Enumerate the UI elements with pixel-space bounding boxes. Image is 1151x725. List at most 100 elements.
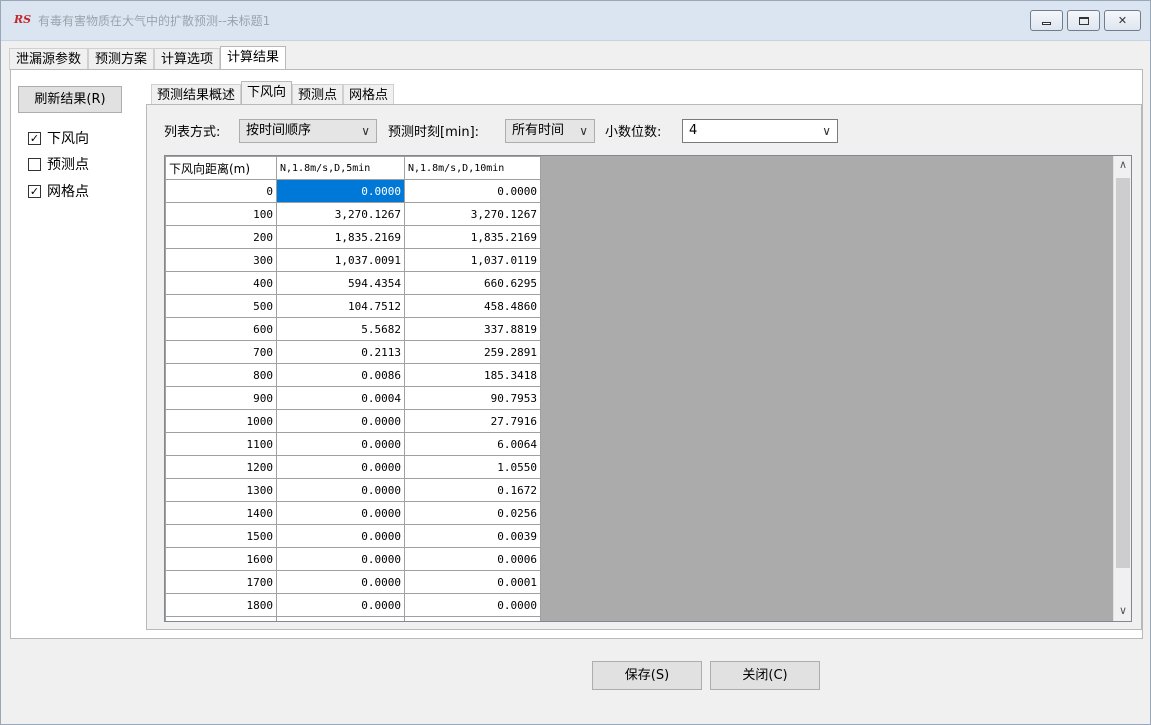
row-distance-cell[interactable]: 900 xyxy=(165,386,277,410)
table-row[interactable]: 1000 0.0000 27.7916 xyxy=(165,409,541,433)
tab-calc-results[interactable]: 计算结果 xyxy=(220,46,287,70)
table-cell[interactable]: 0.0001 xyxy=(404,570,541,594)
table-cell[interactable]: 0.0000 xyxy=(404,593,541,617)
row-distance-cell[interactable]: 1900 xyxy=(165,616,277,621)
table-cell[interactable]: 0.0086 xyxy=(276,363,405,387)
list-mode-select[interactable]: 按时间顺序 ∨ xyxy=(239,119,377,143)
table-cell[interactable]: 0.0000 xyxy=(276,409,405,433)
table-row[interactable]: 1500 0.0000 0.0039 xyxy=(165,524,541,548)
results-grid[interactable]: 下风向距离(m) N,1.8m/s,D,5min N,1.8m/s,D,10mi… xyxy=(164,155,1132,622)
row-distance-cell[interactable]: 1600 xyxy=(165,547,277,571)
table-cell[interactable]: 3,270.1267 xyxy=(276,202,405,226)
table-cell[interactable]: 0.0256 xyxy=(404,501,541,525)
row-distance-cell[interactable]: 700 xyxy=(165,340,277,364)
row-distance-cell[interactable]: 1500 xyxy=(165,524,277,548)
table-cell[interactable]: 0.0006 xyxy=(404,547,541,571)
close-button[interactable]: 关闭(C) xyxy=(710,661,820,690)
table-row[interactable]: 1800 0.0000 0.0000 xyxy=(165,593,541,617)
check-downwind[interactable]: ✓ 下风向 xyxy=(28,128,89,148)
table-cell[interactable]: 1,037.0119 xyxy=(404,248,541,272)
table-row[interactable]: 700 0.2113 259.2891 xyxy=(165,340,541,364)
row-distance-cell[interactable]: 500 xyxy=(165,294,277,318)
table-cell[interactable]: 6.0064 xyxy=(404,432,541,456)
table-cell[interactable]: 0.1672 xyxy=(404,478,541,502)
table-cell[interactable]: 0.0000 xyxy=(276,593,405,617)
row-distance-cell[interactable]: 1800 xyxy=(165,593,277,617)
row-distance-cell[interactable]: 400 xyxy=(165,271,277,295)
table-cell[interactable]: 0.0000 xyxy=(276,455,405,479)
table-cell[interactable]: 1,835.2169 xyxy=(404,225,541,249)
table-cell[interactable]: 337.8819 xyxy=(404,317,541,341)
row-distance-cell[interactable]: 1300 xyxy=(165,478,277,502)
row-distance-cell[interactable]: 200 xyxy=(165,225,277,249)
tab-predict-points[interactable]: 预测点 xyxy=(292,84,344,105)
row-distance-cell[interactable]: 1400 xyxy=(165,501,277,525)
chevron-down-icon[interactable]: ∨ xyxy=(1114,604,1131,617)
table-row[interactable]: 100 3,270.1267 3,270.1267 xyxy=(165,202,541,226)
table-row[interactable]: 1600 0.0000 0.0006 xyxy=(165,547,541,571)
table-cell[interactable]: 0.0000 xyxy=(404,179,541,203)
row-distance-cell[interactable]: 600 xyxy=(165,317,277,341)
table-cell[interactable]: 259.2891 xyxy=(404,340,541,364)
check-grid-point[interactable]: ✓ 网格点 xyxy=(28,181,89,201)
save-button[interactable]: 保存(S) xyxy=(592,661,702,690)
table-cell[interactable]: 90.7953 xyxy=(404,386,541,410)
table-cell[interactable]: 0.0000 xyxy=(276,501,405,525)
header-5min[interactable]: N,1.8m/s,D,5min xyxy=(276,156,405,180)
tab-grid-points[interactable]: 网格点 xyxy=(343,84,395,105)
table-row[interactable]: 1700 0.0000 0.0001 xyxy=(165,570,541,594)
time-select[interactable]: 所有时间 ∨ xyxy=(505,119,595,143)
table-cell[interactable]: 3,270.1267 xyxy=(404,202,541,226)
row-distance-cell[interactable]: 1100 xyxy=(165,432,277,456)
vertical-scrollbar[interactable]: ∧ ∨ xyxy=(1113,156,1131,621)
table-row[interactable]: 1100 0.0000 6.0064 xyxy=(165,432,541,456)
checkbox-grid-point[interactable]: ✓ xyxy=(28,184,41,198)
scrollbar-thumb[interactable] xyxy=(1116,178,1130,568)
close-window-button[interactable]: ✕ xyxy=(1104,10,1141,31)
table-cell[interactable]: 185.3418 xyxy=(404,363,541,387)
minimize-button[interactable] xyxy=(1030,10,1063,31)
header-distance[interactable]: 下风向距离(m) xyxy=(165,156,277,180)
table-cell[interactable]: 0.0000 xyxy=(276,616,405,621)
table-row[interactable]: 900 0.0004 90.7953 xyxy=(165,386,541,410)
table-row[interactable]: 400 594.4354 660.6295 xyxy=(165,271,541,295)
row-distance-cell[interactable]: 300 xyxy=(165,248,277,272)
tab-calc-options[interactable]: 计算选项 xyxy=(154,48,221,70)
table-row[interactable]: 300 1,037.0091 1,037.0119 xyxy=(165,248,541,272)
table-cell[interactable]: 0.0000 xyxy=(276,478,405,502)
maximize-button[interactable] xyxy=(1067,10,1100,31)
table-row[interactable]: 1200 0.0000 1.0550 xyxy=(165,455,541,479)
table-cell[interactable]: 1,835.2169 xyxy=(276,225,405,249)
refresh-results-button[interactable]: 刷新结果(R) xyxy=(18,86,122,113)
table-cell[interactable]: 0.0000 xyxy=(276,547,405,571)
row-distance-cell[interactable]: 0 xyxy=(165,179,277,203)
tab-leak-source-params[interactable]: 泄漏源参数 xyxy=(9,48,89,70)
table-cell[interactable]: 594.4354 xyxy=(276,271,405,295)
table-row[interactable]: 1400 0.0000 0.0256 xyxy=(165,501,541,525)
table-cell[interactable]: 0.0000 xyxy=(404,616,541,621)
decimals-select[interactable]: 4 ∨ xyxy=(682,119,838,143)
row-distance-cell[interactable]: 1000 xyxy=(165,409,277,433)
table-cell[interactable]: 660.6295 xyxy=(404,271,541,295)
table-row[interactable]: 1300 0.0000 0.1672 xyxy=(165,478,541,502)
table-row[interactable]: 200 1,835.2169 1,835.2169 xyxy=(165,225,541,249)
table-cell[interactable]: 0.0000 xyxy=(276,432,405,456)
table-row[interactable]: 800 0.0086 185.3418 xyxy=(165,363,541,387)
tab-prediction-plan[interactable]: 预测方案 xyxy=(88,48,155,70)
tab-results-overview[interactable]: 预测结果概述 xyxy=(151,84,242,105)
table-row[interactable]: 600 5.5682 337.8819 xyxy=(165,317,541,341)
table-cell[interactable]: 27.7916 xyxy=(404,409,541,433)
table-row[interactable]: 19000.00000.0000 xyxy=(165,616,541,621)
table-cell[interactable]: 0.0000 xyxy=(276,524,405,548)
check-predict-point[interactable]: 预测点 xyxy=(28,154,89,174)
table-cell[interactable]: 0.0000 xyxy=(276,570,405,594)
table-row[interactable]: 0 0.0000 0.0000 xyxy=(165,179,541,203)
checkbox-downwind[interactable]: ✓ xyxy=(28,131,41,145)
table-cell[interactable]: 0.2113 xyxy=(276,340,405,364)
table-row[interactable]: 500 104.7512 458.4860 xyxy=(165,294,541,318)
table-cell[interactable]: 5.5682 xyxy=(276,317,405,341)
row-distance-cell[interactable]: 100 xyxy=(165,202,277,226)
table-cell[interactable]: 104.7512 xyxy=(276,294,405,318)
row-distance-cell[interactable]: 800 xyxy=(165,363,277,387)
table-cell[interactable]: 458.4860 xyxy=(404,294,541,318)
